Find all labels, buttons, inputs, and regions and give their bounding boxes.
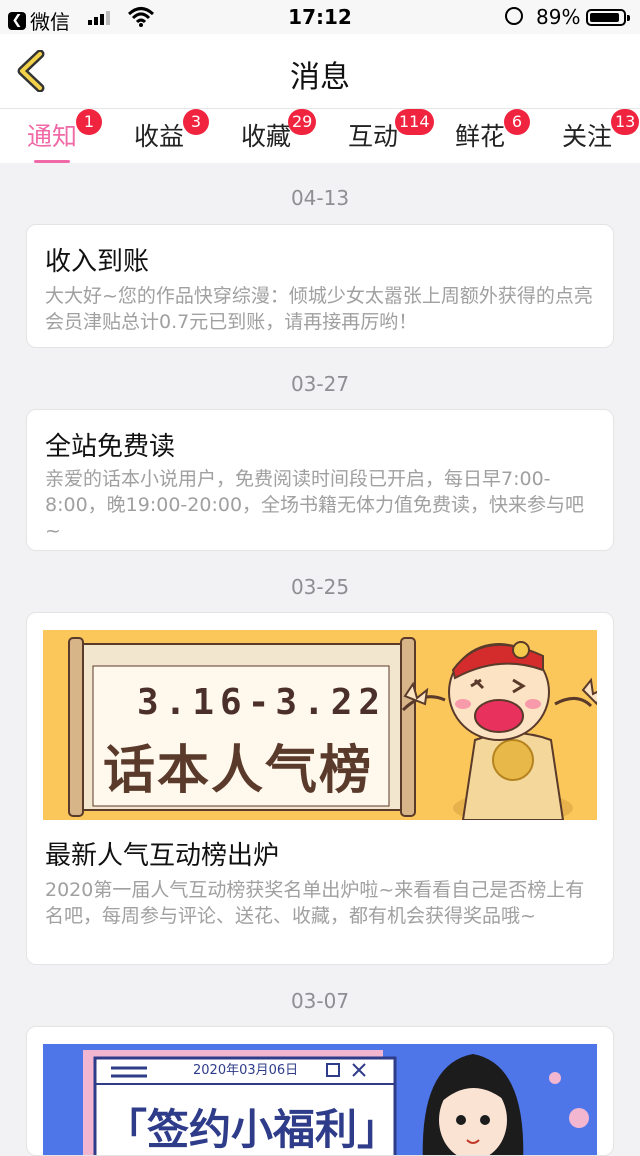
message-card[interactable]: 2020年03月06日 「签约小福利」 [26, 1026, 614, 1156]
message-date: 03-25 [290, 575, 350, 599]
message-body: 亲爱的话本小说用户，免费阅读时间段已开启，每日早7:00-8:00，晚19:00… [45, 468, 585, 542]
banner-heading: 话本人气榜 [103, 741, 374, 801]
tab-label: 互动 [347, 122, 398, 151]
message-title: 全站免费读 [45, 432, 176, 462]
tab-badge: 114 [395, 109, 434, 135]
battery-icon [586, 9, 630, 26]
message-date: 04-13 [290, 186, 350, 210]
tab-bar: 通知 1 收益 3 收藏 29 互动 114 鲜花 6 关注 13 [0, 109, 640, 163]
tab-label: 关注 [561, 122, 612, 151]
message-date: 03-07 [290, 989, 350, 1013]
tab-label: 鲜花 [454, 122, 505, 151]
message-body: 大大好~您的作品快穿综漫：倾城少女太嚣张上周额外获得的点亮会员津贴总计0.7元已… [45, 285, 593, 333]
tab-label: 收益 [133, 122, 184, 151]
tab-flowers[interactable]: 鲜花 6 [440, 109, 530, 153]
message-date: 03-27 [290, 372, 350, 396]
banner-image: 2020年03月06日 「签约小福利」 [43, 1044, 597, 1155]
nav-bar: 消息 [0, 34, 640, 109]
battery-percentage: 89% [536, 5, 581, 29]
tab-favorites[interactable]: 收藏 29 [226, 109, 317, 153]
tab-label: 通知 [26, 122, 77, 151]
tab-badge: 29 [288, 109, 317, 135]
tab-badge: 6 [504, 109, 530, 135]
message-card[interactable]: 收入到账 大大好~您的作品快穿综漫：倾城少女太嚣张上周额外获得的点亮会员津贴总计… [26, 224, 614, 348]
message-card[interactable]: 全站免费读 亲爱的话本小说用户，免费阅读时间段已开启，每日早7:00-8:00，… [26, 409, 614, 551]
banner-image: 3.16-3.22 话本人气榜 [43, 630, 597, 820]
tab-earnings[interactable]: 收益 3 [119, 109, 209, 153]
message-title: 最新人气互动榜出炉 [45, 841, 280, 871]
tab-follows[interactable]: 关注 13 [547, 109, 640, 153]
tab-notifications[interactable]: 通知 1 [12, 109, 102, 163]
tab-badge: 1 [76, 109, 102, 135]
banner-heading: 「签约小福利」 [105, 1105, 400, 1154]
status-bar: ❮ 微信 17:12 89% [0, 0, 640, 34]
tab-badge: 13 [611, 109, 640, 135]
banner-date: 2020年03月06日 [193, 1063, 299, 1078]
active-tab-indicator [34, 160, 70, 163]
tab-label: 收藏 [240, 122, 291, 151]
message-body: 2020第一届人气互动榜获奖名单出炉啦~来看看自己是否榜上有名吧，每周参与评论、… [45, 879, 585, 927]
orientation-lock-icon [505, 7, 523, 25]
tab-badge: 3 [183, 109, 209, 135]
banner-date-range: 3.16-3.22 [137, 682, 387, 723]
message-title: 收入到账 [45, 247, 150, 277]
message-card[interactable]: 3.16-3.22 话本人气榜 最新人气互动榜出炉 2020第一届人气互动榜获奖… [26, 612, 614, 965]
page-title: 消息 [290, 60, 350, 95]
tab-interactions[interactable]: 互动 114 [333, 109, 434, 153]
